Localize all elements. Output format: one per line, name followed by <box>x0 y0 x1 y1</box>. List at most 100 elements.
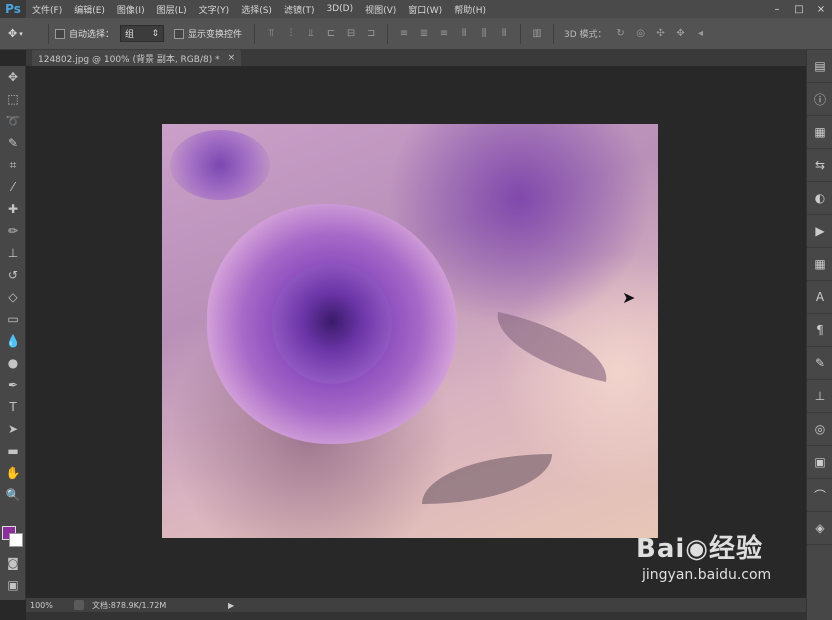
close-icon[interactable]: × <box>228 53 236 63</box>
brush-panel-icon[interactable]: ✎ <box>807 347 832 380</box>
status-menu-arrow-icon[interactable]: ▶ <box>228 601 234 610</box>
right-panel-dock: ▤ ⓘ ▦ ⇆ ◐ ▶ ▦ A ¶ ✎ ⊥ ◎ ▣ ⌒ ◈ <box>806 50 832 620</box>
type-tool-icon[interactable]: T <box>0 396 26 418</box>
menu-view[interactable]: 视图(V) <box>359 3 402 16</box>
distribute-right-icon[interactable]: ⦀ <box>497 27 511 41</box>
dodge-tool-icon[interactable]: ● <box>0 352 26 374</box>
maximize-button[interactable]: □ <box>788 0 810 18</box>
hand-tool-icon[interactable]: ✋ <box>0 462 26 484</box>
leaf-shape <box>488 312 616 382</box>
rose-bud-shape <box>170 130 270 200</box>
move-tool-icon: ✥ <box>8 27 18 40</box>
tools-panel: ✥ ⬚ ➰ ✎ ⌗ ⁄ ✚ ✏ ⊥ ↺ ◇ ▭ 💧 ● ✒ T ➤ ▬ ✋ 🔍 … <box>0 66 26 600</box>
menu-filter[interactable]: 滤镜(T) <box>278 3 321 16</box>
close-button[interactable]: × <box>810 0 832 18</box>
distribute-bottom-icon[interactable]: ≡ <box>437 27 451 41</box>
clone-source-panel-icon[interactable]: ⊥ <box>807 380 832 413</box>
align-hcenter-icon[interactable]: ⊟ <box>344 27 358 41</box>
quick-select-tool-icon[interactable]: ✎ <box>0 132 26 154</box>
menu-file[interactable]: 文件(F) <box>26 3 68 16</box>
background-color-swatch[interactable] <box>9 533 23 547</box>
properties-panel-icon[interactable]: ▦ <box>807 116 832 149</box>
document-image-rose[interactable] <box>162 124 658 538</box>
brush-tool-icon[interactable]: ✏ <box>0 220 26 242</box>
divider <box>520 23 522 44</box>
rotate-3d-icon[interactable]: ↻ <box>614 27 628 41</box>
navigator-panel-icon[interactable]: ◎ <box>807 413 832 446</box>
menu-image[interactable]: 图像(I) <box>111 3 151 16</box>
move-tool-icon[interactable]: ✥ <box>0 66 26 88</box>
menu-bar: Ps 文件(F) 编辑(E) 图像(I) 图层(L) 文字(Y) 选择(S) 滤… <box>0 0 832 18</box>
distribute-left-icon[interactable]: ⦀ <box>457 27 471 41</box>
zoom-level[interactable]: 100% <box>26 601 66 610</box>
gradient-tool-icon[interactable]: ▭ <box>0 308 26 330</box>
screen-mode-icon[interactable]: ▣ <box>0 574 26 596</box>
slide-3d-icon[interactable]: ✥ <box>674 27 688 41</box>
watermark-url: jingyan.baidu.com <box>642 567 772 583</box>
move-tool-preset[interactable]: ✥ ▾ <box>8 27 42 40</box>
align-bottom-icon[interactable]: ⫫ <box>304 27 318 41</box>
pen-tool-icon[interactable]: ✒ <box>0 374 26 396</box>
mode-3d-label: 3D 模式： <box>564 30 607 40</box>
crop-tool-icon[interactable]: ⌗ <box>0 154 26 176</box>
info-panel-icon[interactable]: ⓘ <box>807 83 832 116</box>
character-panel-icon[interactable]: A <box>807 281 832 314</box>
watermark-logo: Bai◉经验 <box>636 534 763 564</box>
menu-type[interactable]: 文字(Y) <box>193 3 236 16</box>
menu-3d[interactable]: 3D(D) <box>320 4 359 14</box>
menu-select[interactable]: 选择(S) <box>235 3 278 16</box>
shape-tool-icon[interactable]: ▬ <box>0 440 26 462</box>
lasso-tool-icon[interactable]: ➰ <box>0 110 26 132</box>
menu-help[interactable]: 帮助(H) <box>448 3 492 16</box>
clone-stamp-tool-icon[interactable]: ⊥ <box>0 242 26 264</box>
document-info: 文档:878.9K/1.72M <box>92 600 167 610</box>
marquee-tool-icon[interactable]: ⬚ <box>0 88 26 110</box>
history-brush-tool-icon[interactable]: ↺ <box>0 264 26 286</box>
layers-panel-icon[interactable]: ◈ <box>807 512 832 545</box>
auto-select-checkbox[interactable] <box>55 28 65 39</box>
show-transform-checkbox[interactable] <box>174 28 185 39</box>
distribute-top-icon[interactable]: ≡ <box>397 27 411 41</box>
drag-3d-icon[interactable]: ✣ <box>654 27 668 41</box>
channels-panel-icon[interactable]: ▣ <box>807 446 832 479</box>
show-transform-label: 显示变换控件 <box>188 30 243 40</box>
menu-edit[interactable]: 编辑(E) <box>68 3 111 16</box>
document-tab[interactable]: 124802.jpg @ 100% (背景 副本, RGB/8) * × <box>32 50 242 66</box>
swatches-panel-icon[interactable]: ▦ <box>807 248 832 281</box>
window-controls: – □ × <box>766 0 832 18</box>
status-options-icon[interactable] <box>74 600 84 610</box>
healing-brush-tool-icon[interactable]: ✚ <box>0 198 26 220</box>
adjustments-panel-icon[interactable]: ⇆ <box>807 149 832 182</box>
scale-3d-icon[interactable]: ◂ <box>694 27 708 41</box>
align-right-icon[interactable]: ⊐ <box>364 27 378 41</box>
menu-window[interactable]: 窗口(W) <box>402 3 448 16</box>
divider <box>48 23 49 44</box>
path-select-tool-icon[interactable]: ➤ <box>0 418 26 440</box>
panel-tab-strip <box>26 612 806 620</box>
eyedropper-tool-icon[interactable]: ⁄ <box>0 176 26 198</box>
actions-panel-icon[interactable]: ▶ <box>807 215 832 248</box>
distribute-hcenter-icon[interactable]: ⫼ <box>477 27 491 41</box>
auto-select-dropdown[interactable]: 组 ⇕ <box>120 25 165 42</box>
align-top-icon[interactable]: ⫪ <box>264 27 278 41</box>
menu-layer[interactable]: 图层(L) <box>151 3 193 16</box>
distribute-vcenter-icon[interactable]: ≣ <box>417 27 431 41</box>
auto-align-icon[interactable]: ▥ <box>530 27 544 41</box>
auto-select-label: 自动选择： <box>69 30 115 40</box>
zoom-tool-icon[interactable]: 🔍 <box>0 484 26 506</box>
paths-panel-icon[interactable]: ⌒ <box>807 479 832 512</box>
eraser-tool-icon[interactable]: ◇ <box>0 286 26 308</box>
canvas-area[interactable]: ➤ <box>26 66 806 598</box>
align-vcenter-icon[interactable]: ⫶ <box>284 27 298 41</box>
align-left-icon[interactable]: ⊏ <box>324 27 338 41</box>
paragraph-panel-icon[interactable]: ¶ <box>807 314 832 347</box>
blur-tool-icon[interactable]: 💧 <box>0 330 26 352</box>
roll-3d-icon[interactable]: ◎ <box>634 27 648 41</box>
quick-mask-icon[interactable]: ◙ <box>0 552 26 574</box>
minimize-button[interactable]: – <box>766 0 788 18</box>
options-bar: ✥ ▾ 自动选择： 组 ⇕ 显示变换控件 ⫪ ⫶ ⫫ ⊏ ⊟ ⊐ ≡ ≣ ≡ ⦀… <box>0 18 832 50</box>
color-swatches[interactable] <box>2 522 24 548</box>
styles-panel-icon[interactable]: ◐ <box>807 182 832 215</box>
rose-center-shape <box>272 264 392 384</box>
history-panel-icon[interactable]: ▤ <box>807 50 832 83</box>
